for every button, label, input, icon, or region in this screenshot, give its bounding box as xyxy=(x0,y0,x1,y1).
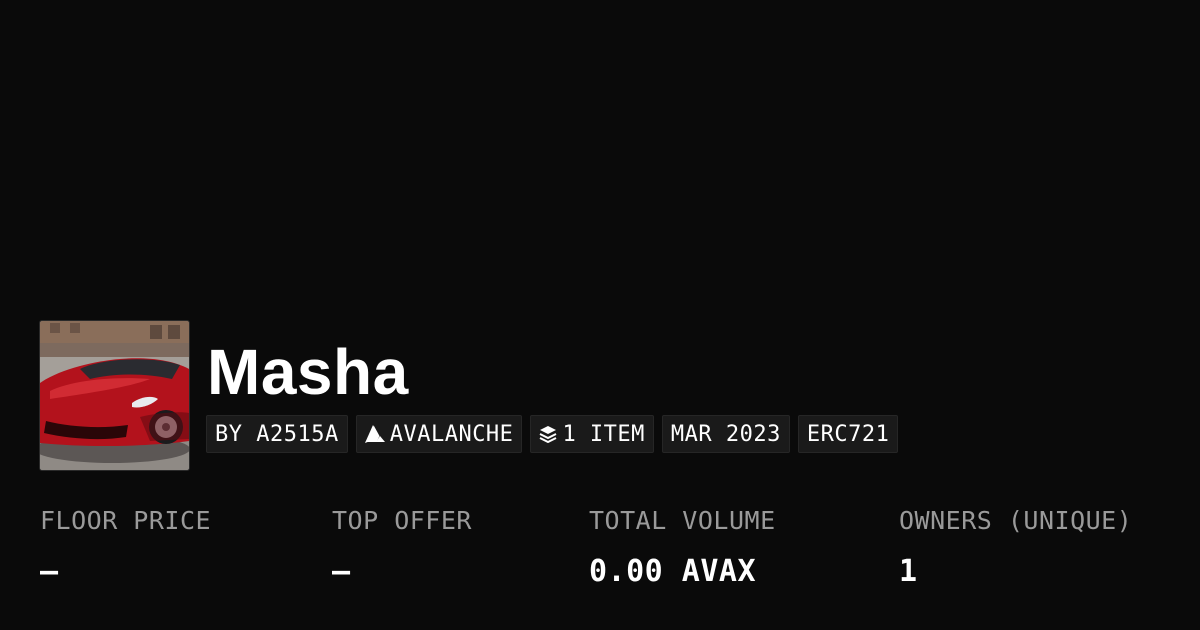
avalanche-logo-icon xyxy=(364,425,385,443)
chain-label: AVALANCHE xyxy=(389,421,514,447)
top-offer-stat: TOP OFFER — xyxy=(332,505,472,589)
floor-price-value: — xyxy=(40,554,59,589)
creator-tag[interactable]: BY A2515A xyxy=(206,415,348,453)
owners-stat: OWNERS (UNIQUE) 1 xyxy=(899,505,1132,589)
standard-label: ERC721 xyxy=(806,421,890,447)
creator-label: BY A2515A xyxy=(215,421,339,447)
total-volume-value: 0.00 AVAX xyxy=(589,554,757,589)
date-label: MAR 2023 xyxy=(670,421,781,447)
chain-tag[interactable]: AVALANCHE xyxy=(355,415,523,453)
red-sports-car-photo xyxy=(40,321,189,470)
floor-price-stat: FLOOR PRICE — xyxy=(40,505,211,589)
floor-price-label: FLOOR PRICE xyxy=(40,506,212,535)
layers-stack-icon xyxy=(539,425,557,443)
total-volume-label: TOTAL VOLUME xyxy=(589,506,776,535)
items-label: 1 ITEM xyxy=(562,421,645,447)
collection-title: Masha xyxy=(207,336,409,408)
collection-tags: BY A2515A AVALANCHE 1 ITEM MAR 2023 ERC7… xyxy=(206,415,899,453)
owners-label: OWNERS (UNIQUE) xyxy=(899,506,1133,535)
date-tag: MAR 2023 xyxy=(661,415,790,453)
top-offer-value: — xyxy=(332,554,351,589)
items-tag: 1 ITEM xyxy=(530,415,654,453)
top-offer-label: TOP OFFER xyxy=(332,506,472,535)
owners-value: 1 xyxy=(899,554,918,589)
total-volume-stat: TOTAL VOLUME 0.00 AVAX xyxy=(589,505,776,589)
collection-preview-card: Masha BY A2515A AVALANCHE 1 ITEM MAR 202… xyxy=(0,0,1200,630)
collection-avatar xyxy=(39,320,190,471)
standard-tag: ERC721 xyxy=(797,415,899,453)
